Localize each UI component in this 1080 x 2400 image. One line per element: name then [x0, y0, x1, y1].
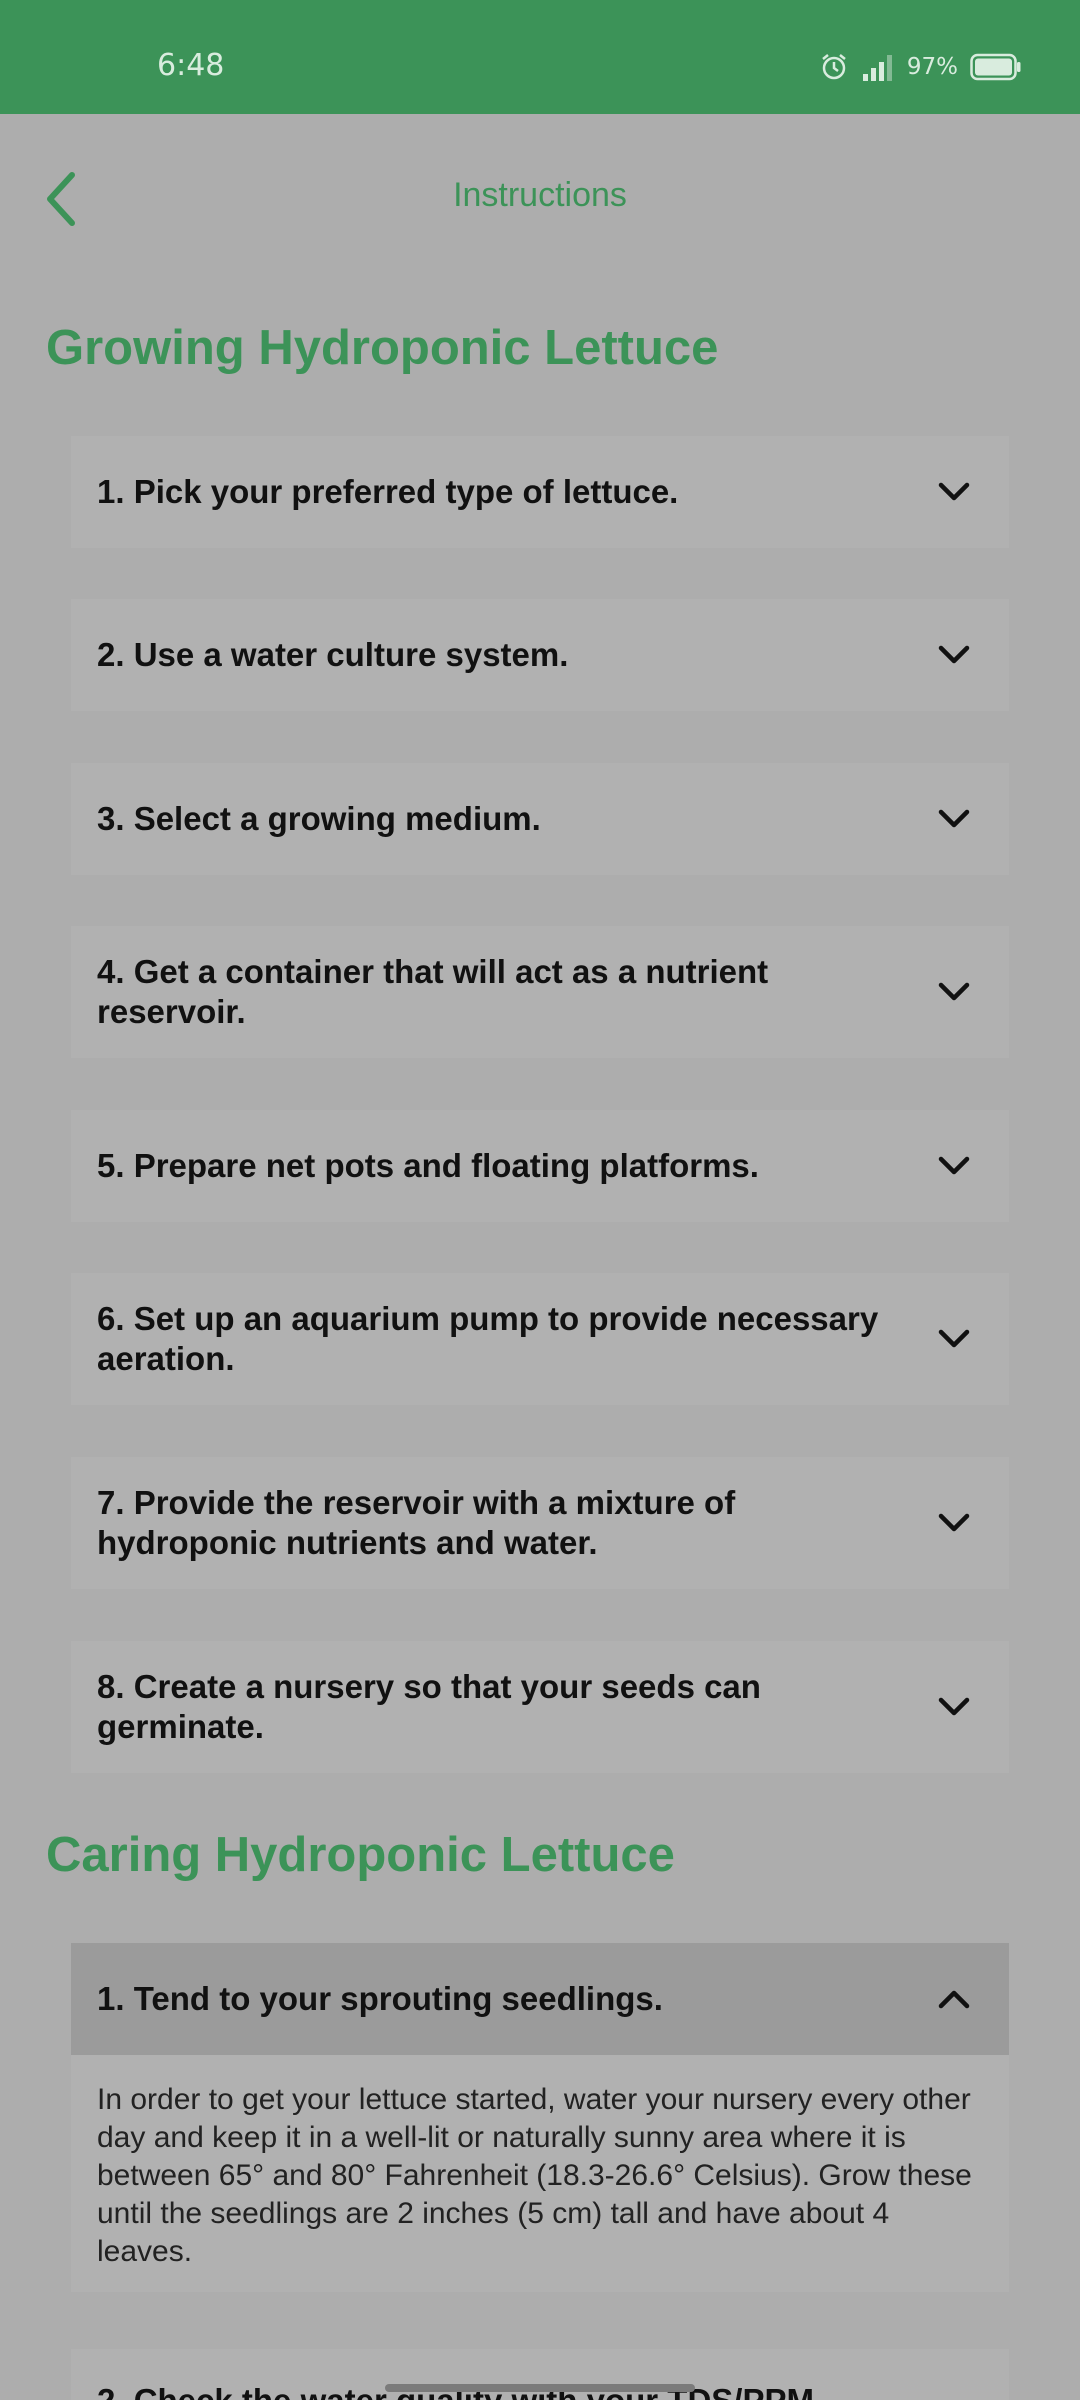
step-label: 6. Set up an aquarium pump to provide ne… [97, 1300, 879, 1377]
step-label: 1. Pick your preferred type of lettuce. [97, 473, 679, 510]
accordion-step-8[interactable]: 8. Create a nursery so that your seeds c… [71, 1641, 1009, 1773]
status-icons: 97% [819, 50, 1022, 84]
accordion-caring-step-2[interactable]: 2. Check the water quality with your TDS… [71, 2349, 1009, 2400]
step-label: 4. Get a container that will act as a nu… [97, 953, 769, 1030]
accordion-caring-step-1[interactable]: 1. Tend to your sprouting seedlings. [71, 1943, 1009, 2055]
chevron-down-icon [938, 1329, 970, 1348]
chevron-down-icon [938, 645, 970, 664]
step-label: 8. Create a nursery so that your seeds c… [97, 1668, 761, 1745]
section-title-caring: Caring Hydroponic Lettuce [46, 1828, 675, 1882]
chevron-down-icon [938, 809, 970, 828]
accordion-answer-text: In order to get your lettuce started, wa… [71, 2055, 1009, 2292]
status-time: 6:48 [157, 48, 225, 83]
step-label: 5. Prepare net pots and floating platfor… [97, 1147, 759, 1184]
chevron-down-icon [938, 1697, 970, 1716]
accordion-step-2[interactable]: 2. Use a water culture system. [71, 599, 1009, 711]
accordion-step-5[interactable]: 5. Prepare net pots and floating platfor… [71, 1110, 1009, 1222]
app-bar: Instructions [0, 114, 1080, 279]
chevron-down-icon [938, 482, 970, 501]
status-bar: 6:48 97% [0, 0, 1080, 114]
section-title-growing: Growing Hydroponic Lettuce [46, 321, 719, 375]
accordion-step-6[interactable]: 6. Set up an aquarium pump to provide ne… [71, 1273, 1009, 1405]
step-label: 3. Select a growing medium. [97, 800, 541, 837]
chevron-down-icon [938, 982, 970, 1001]
accordion-step-1[interactable]: 1. Pick your preferred type of lettuce. [71, 436, 1009, 548]
battery-percent: 97% [906, 54, 958, 80]
app-bar-title: Instructions [453, 176, 627, 214]
signal-icon [862, 55, 892, 81]
home-indicator[interactable] [385, 2384, 695, 2392]
accordion-step-3[interactable]: 3. Select a growing medium. [71, 763, 1009, 875]
alarm-icon [822, 54, 846, 80]
step-label: 2. Use a water culture system. [97, 636, 569, 673]
chevron-down-icon [938, 1513, 970, 1532]
step-label: 7. Provide the reservoir with a mixture … [97, 1484, 736, 1561]
chevron-up-icon [938, 1990, 970, 2009]
battery-icon [970, 53, 1021, 81]
step-label: 1. Tend to your sprouting seedlings. [97, 1980, 663, 2017]
accordion-step-4[interactable]: 4. Get a container that will act as a nu… [71, 926, 1009, 1058]
accordion-step-7[interactable]: 7. Provide the reservoir with a mixture … [71, 1457, 1009, 1589]
chevron-down-icon [938, 1156, 970, 1175]
